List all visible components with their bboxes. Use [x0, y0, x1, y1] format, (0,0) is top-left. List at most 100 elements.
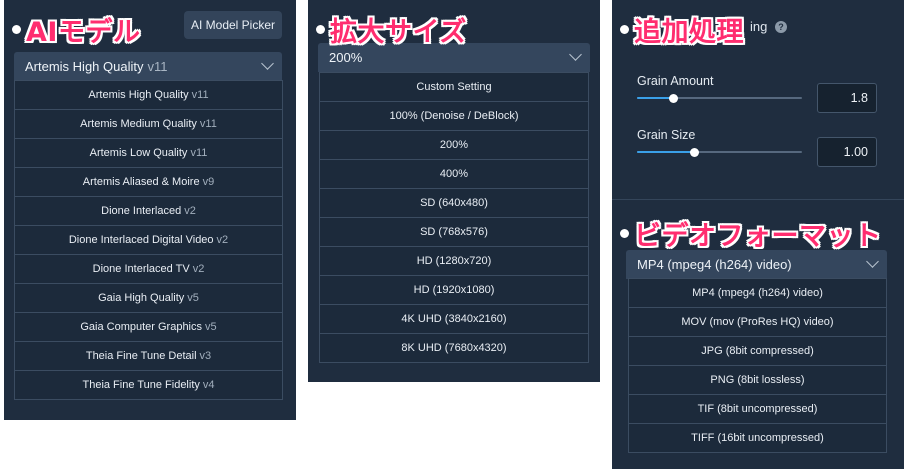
format-tag-text: ビデオフォーマット: [634, 221, 882, 252]
option-label: Gaia High Quality: [98, 292, 185, 304]
format-select[interactable]: MP4 (mpeg4 (h264) video): [626, 250, 887, 279]
option-label: Artemis High Quality: [88, 89, 189, 101]
grain-amount-thumb[interactable]: [668, 93, 678, 103]
bullet-dot: [620, 25, 629, 34]
option-label: 200%: [439, 139, 469, 151]
size-option[interactable]: Custom Setting: [319, 72, 589, 102]
format-tag: ビデオフォーマット: [620, 214, 882, 253]
grain-amount-label: Grain Amount: [637, 74, 714, 88]
post-header-partial: ing: [750, 19, 768, 34]
option-label: TIF (8bit uncompressed): [697, 403, 818, 415]
ai-model-option[interactable]: Artemis Low Quality v11: [14, 138, 283, 168]
format-option[interactable]: JPG (8bit compressed): [628, 336, 887, 366]
grain-amount-slider[interactable]: [637, 93, 802, 103]
size-tag: 拡大サイズ: [316, 10, 467, 49]
option-label: Dione Interlaced TV: [92, 263, 190, 275]
option-label: Theia Fine Tune Detail: [85, 350, 197, 362]
size-option[interactable]: HD (1280x720): [319, 246, 589, 276]
ai-model-picker-button[interactable]: AI Model Picker: [184, 11, 282, 39]
option-label: 8K UHD (7680x4320): [401, 342, 507, 354]
option-label: JPG (8bit compressed): [701, 345, 814, 357]
option-label: Dione Interlaced: [101, 205, 182, 217]
ai-model-select[interactable]: Artemis High Quality v11: [14, 52, 282, 81]
size-option[interactable]: 8K UHD (7680x4320): [319, 333, 589, 363]
help-icon[interactable]: ?: [775, 21, 787, 33]
ai-model-option[interactable]: Artemis Medium Quality v11: [14, 109, 283, 139]
option-version: v4: [202, 379, 215, 391]
option-label: Artemis Low Quality: [89, 147, 188, 159]
format-selected: MP4 (mpeg4 (h264) video): [637, 257, 792, 272]
size-option[interactable]: SD (640x480): [319, 188, 589, 218]
ai-model-selected-version: v11: [147, 59, 168, 74]
grain-size-input[interactable]: 1.00: [817, 137, 877, 167]
ai-model-option[interactable]: Gaia High Quality v5: [14, 283, 283, 313]
format-option[interactable]: TIFF (16bit uncompressed): [628, 423, 887, 453]
size-selected: 200%: [329, 50, 363, 65]
option-label: HD (1920x1080): [413, 284, 495, 296]
format-options: MP4 (mpeg4 (h264) video) MOV (mov (ProRes…: [628, 278, 887, 453]
grain-size-label: Grain Size: [637, 128, 696, 142]
ai-model-option[interactable]: Theia Fine Tune Fidelity v4: [14, 370, 283, 400]
ai-model-option[interactable]: Artemis High Quality v11: [14, 80, 283, 110]
section-divider: [612, 199, 904, 200]
chevron-down-icon: [866, 255, 879, 268]
grain-amount-input[interactable]: 1.8: [817, 83, 877, 113]
size-option[interactable]: 400%: [319, 159, 589, 189]
format-option[interactable]: MP4 (mpeg4 (h264) video): [628, 278, 887, 308]
bullet-dot: [12, 25, 21, 34]
option-label: SD (768x576): [420, 226, 488, 238]
option-label: Artemis Medium Quality: [80, 118, 197, 130]
size-panel: 200% Custom Setting 100% (Denoise / DeBlo…: [308, 0, 600, 382]
chevron-down-icon: [569, 48, 582, 61]
chevron-down-icon: [261, 57, 274, 70]
format-option[interactable]: MOV (mov (ProRes HQ) video): [628, 307, 887, 337]
ai-model-panel: AI Model Picker Artemis High Quality v11…: [4, 0, 296, 420]
option-label: PNG (8bit lossless): [710, 374, 805, 386]
ai-model-option[interactable]: Artemis Aliased & Moire v9: [14, 167, 283, 197]
option-version: v9: [202, 176, 215, 188]
ai-model-option[interactable]: Theia Fine Tune Detail v3: [14, 341, 283, 371]
option-version: v5: [205, 321, 217, 333]
option-version: v2: [184, 205, 196, 217]
size-options: Custom Setting 100% (Denoise / DeBlock) 20…: [319, 72, 589, 363]
format-option[interactable]: PNG (8bit lossless): [628, 365, 887, 395]
grain-size-fill: [637, 151, 695, 153]
option-label: MP4 (mpeg4 (h264) video): [692, 287, 823, 299]
ai-model-selected-name: Artemis High Quality: [25, 59, 144, 74]
option-label: MOV (mov (ProRes HQ) video): [681, 316, 834, 328]
size-option[interactable]: 100% (Denoise / DeBlock): [319, 101, 589, 131]
option-label: Custom Setting: [416, 81, 492, 93]
ai-model-tag-text: AIモデル: [26, 17, 141, 48]
ai-model-options: Artemis High Quality v11 Artemis Medium Qu…: [14, 80, 283, 400]
option-label: 400%: [439, 168, 469, 180]
bullet-dot: [316, 25, 325, 34]
size-option[interactable]: SD (768x576): [319, 217, 589, 247]
ai-model-option[interactable]: Gaia Computer Graphics v5: [14, 312, 283, 342]
option-label: SD (640x480): [420, 197, 488, 209]
ai-model-option[interactable]: Dione Interlaced Digital Video v2: [14, 225, 283, 255]
option-label: Dione Interlaced Digital Video: [68, 234, 214, 246]
format-option[interactable]: TIF (8bit uncompressed): [628, 394, 887, 424]
option-version: v2: [216, 234, 229, 246]
size-tag-text: 拡大サイズ: [330, 17, 467, 48]
post-tag-text: 追加処理: [634, 17, 744, 48]
ai-model-option[interactable]: Dione Interlaced v2: [14, 196, 283, 226]
option-version: v5: [187, 292, 199, 304]
option-label: HD (1280x720): [416, 255, 492, 267]
option-label: Theia Fine Tune Fidelity: [82, 379, 200, 391]
size-option[interactable]: 4K UHD (3840x2160): [319, 304, 589, 334]
grain-size-slider[interactable]: [637, 147, 802, 157]
grain-amount-fill: [637, 97, 674, 99]
option-label: TIFF (16bit uncompressed): [691, 432, 824, 444]
grain-size-thumb[interactable]: [690, 147, 700, 157]
post-tag: 追加処理: [620, 10, 744, 49]
option-label: Gaia Computer Graphics: [80, 321, 203, 333]
option-label: 100% (Denoise / DeBlock): [389, 110, 519, 122]
option-version: v11: [190, 147, 208, 159]
size-option[interactable]: 200%: [319, 130, 589, 160]
size-option[interactable]: HD (1920x1080): [319, 275, 589, 305]
ai-model-option[interactable]: Dione Interlaced TV v2: [14, 254, 283, 284]
option-version: v3: [199, 350, 212, 362]
option-version: v2: [192, 263, 205, 275]
option-version: v11: [191, 89, 209, 101]
